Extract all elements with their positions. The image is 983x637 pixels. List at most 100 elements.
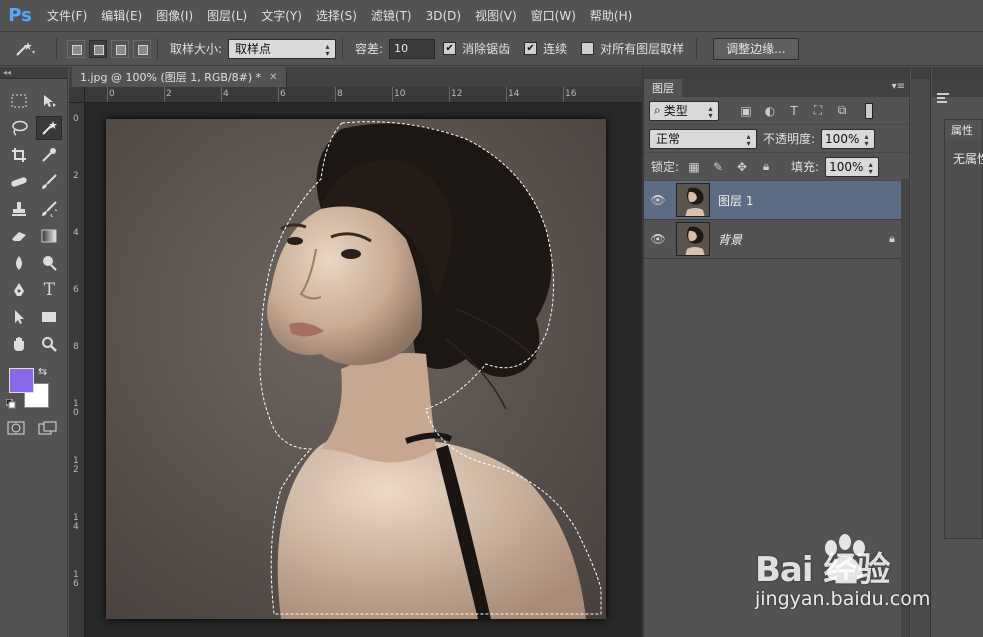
adjustment-filter-icon[interactable]: ◐ bbox=[763, 104, 777, 118]
marquee-tool-icon[interactable] bbox=[6, 89, 32, 113]
sample-all-layers-checkbox[interactable] bbox=[581, 42, 595, 55]
type-filter-icon[interactable]: T bbox=[787, 104, 801, 118]
path-selection-tool-icon[interactable] bbox=[6, 305, 32, 329]
adjustments-icon[interactable] bbox=[936, 91, 950, 108]
opacity-input[interactable]: 100% bbox=[821, 128, 876, 149]
ruler-tick: 4 bbox=[223, 89, 229, 99]
opacity-label: 不透明度: bbox=[763, 132, 816, 146]
blend-mode-select[interactable]: 正常 bbox=[649, 128, 757, 149]
separator bbox=[56, 37, 57, 60]
eye-icon[interactable]: 👁︎ bbox=[644, 193, 672, 207]
lasso-tool-icon[interactable] bbox=[6, 116, 31, 140]
horizontal-ruler[interactable]: 0 2 4 6 8 10 12 14 16 bbox=[85, 87, 642, 103]
blur-tool-icon[interactable] bbox=[6, 251, 32, 275]
layers-panel-header[interactable] bbox=[644, 67, 909, 79]
add-selection-button[interactable] bbox=[89, 39, 107, 58]
panel-header[interactable] bbox=[932, 67, 983, 79]
vertical-ruler[interactable]: 0 2 4 6 8 10 12 14 16 bbox=[69, 103, 85, 637]
panel-collapse-button[interactable] bbox=[911, 67, 930, 79]
menu-file[interactable]: 文件(F) bbox=[40, 7, 94, 24]
lock-position-icon[interactable]: ✥ bbox=[735, 160, 749, 174]
brush-tool-icon[interactable] bbox=[37, 170, 63, 194]
menu-3d[interactable]: 3D(D) bbox=[419, 9, 468, 23]
type-tool-icon[interactable]: T bbox=[37, 278, 63, 302]
foreground-color-swatch[interactable] bbox=[9, 368, 34, 393]
menu-type[interactable]: 文字(Y) bbox=[254, 7, 309, 24]
separator bbox=[157, 37, 158, 60]
layer-row[interactable]: 👁︎ 背景 🔒︎ bbox=[644, 220, 909, 259]
screen-mode-icon[interactable] bbox=[38, 421, 58, 438]
shape-filter-icon[interactable]: ⛶ bbox=[811, 103, 825, 118]
healing-brush-tool-icon[interactable] bbox=[6, 170, 32, 194]
properties-tab[interactable]: 属性 bbox=[945, 120, 982, 140]
subtract-selection-button[interactable] bbox=[111, 39, 129, 58]
panel-menu-icon[interactable]: ▾≡ bbox=[892, 81, 905, 92]
antialias-checkbox[interactable]: ✔ bbox=[443, 42, 457, 55]
ruler-tick: 6 bbox=[280, 89, 286, 99]
layer-name[interactable]: 背景 bbox=[718, 231, 742, 248]
layer-filter-select[interactable]: ⌕ 类型 bbox=[649, 100, 719, 121]
clone-stamp-tool-icon[interactable] bbox=[6, 197, 32, 221]
swap-colors-icon[interactable]: ⇆ bbox=[38, 365, 47, 378]
hand-tool-icon[interactable] bbox=[6, 332, 32, 356]
lock-transparency-icon[interactable]: ▦ bbox=[687, 160, 701, 174]
rectangle-tool-icon[interactable] bbox=[37, 305, 63, 329]
sample-size-select[interactable]: 取样点 bbox=[228, 38, 337, 59]
eyedropper-tool-icon[interactable] bbox=[37, 143, 63, 167]
smart-object-filter-icon[interactable]: ⧉ bbox=[835, 103, 849, 118]
lock-fill-row: 锁定: ▦ ✎ ✥ 🔒︎ 填充: 100% bbox=[644, 153, 909, 181]
zoom-tool-icon[interactable] bbox=[37, 332, 63, 356]
layers-tab[interactable]: 图层 bbox=[644, 79, 682, 97]
document-tab[interactable]: 1.jpg @ 100% (图层 1, RGB/8#) * ✕ bbox=[72, 67, 287, 87]
ruler-tick: 8 bbox=[73, 342, 79, 352]
menu-help[interactable]: 帮助(H) bbox=[583, 7, 639, 24]
intersect-selection-button[interactable] bbox=[133, 39, 151, 58]
new-selection-button[interactable] bbox=[67, 39, 85, 58]
magic-wand-tool-icon[interactable] bbox=[36, 115, 62, 140]
eye-icon[interactable]: 👁︎ bbox=[644, 232, 672, 246]
image-canvas[interactable] bbox=[106, 119, 606, 619]
image-filter-icon[interactable]: ▣ bbox=[739, 104, 753, 118]
menu-view[interactable]: 视图(V) bbox=[468, 7, 524, 24]
menu-filter[interactable]: 滤镜(T) bbox=[364, 7, 419, 24]
layer-name[interactable]: 图层 1 bbox=[718, 192, 753, 209]
layer-row[interactable]: 👁︎ 图层 1 bbox=[644, 181, 909, 220]
tolerance-label: 容差: bbox=[355, 42, 384, 56]
fill-input[interactable]: 100% bbox=[825, 156, 880, 177]
default-colors-icon[interactable] bbox=[5, 398, 16, 409]
ruler-tick: 12 bbox=[73, 456, 79, 475]
menu-bar: Ps 文件(F) 编辑(E) 图像(I) 图层(L) 文字(Y) 选择(S) 滤… bbox=[0, 0, 983, 32]
menu-edit[interactable]: 编辑(E) bbox=[94, 7, 149, 24]
menu-image[interactable]: 图像(I) bbox=[149, 7, 200, 24]
properties-empty-text: 无属性 bbox=[953, 152, 983, 166]
watermark-url: jingyan.baidu.com bbox=[755, 588, 931, 610]
ruler-origin[interactable] bbox=[69, 87, 85, 103]
quick-mask-icon[interactable] bbox=[7, 421, 25, 438]
gradient-tool-icon[interactable] bbox=[37, 224, 63, 248]
filter-toggle-switch[interactable] bbox=[865, 102, 873, 119]
lock-pixels-icon[interactable]: ✎ bbox=[711, 160, 725, 174]
ruler-tick: 6 bbox=[73, 285, 79, 295]
menu-layer[interactable]: 图层(L) bbox=[200, 7, 254, 24]
tools-panel-header[interactable]: ◂◂ bbox=[0, 67, 67, 79]
refine-edge-button[interactable]: 调整边缘... bbox=[713, 37, 799, 60]
move-tool-icon[interactable] bbox=[37, 89, 63, 113]
history-brush-tool-icon[interactable] bbox=[37, 197, 63, 221]
tolerance-input[interactable]: 10 bbox=[389, 38, 436, 59]
close-icon[interactable]: ✕ bbox=[269, 72, 277, 83]
options-bar: 取样大小: 取样点 容差: 10 ✔ 消除锯齿 ✔ 连续 对所有图层取样 调整边… bbox=[0, 32, 983, 66]
contiguous-checkbox[interactable]: ✔ bbox=[524, 42, 538, 55]
ruler-tick: 14 bbox=[508, 89, 520, 99]
pen-tool-icon[interactable] bbox=[6, 278, 32, 302]
lock-all-icon[interactable]: 🔒︎ bbox=[759, 159, 773, 174]
menu-select[interactable]: 选择(S) bbox=[309, 7, 364, 24]
document-window: 1.jpg @ 100% (图层 1, RGB/8#) * ✕ 0 2 4 6 … bbox=[69, 67, 642, 637]
crop-tool-icon[interactable] bbox=[6, 143, 32, 167]
dodge-tool-icon[interactable] bbox=[37, 251, 63, 275]
ruler-tick: 12 bbox=[451, 89, 463, 99]
tool-preset-picker[interactable] bbox=[0, 40, 50, 58]
document-tab-bar: 1.jpg @ 100% (图层 1, RGB/8#) * ✕ bbox=[69, 67, 642, 87]
blend-opacity-row: 正常 不透明度: 100% bbox=[644, 125, 909, 153]
eraser-tool-icon[interactable] bbox=[6, 224, 32, 248]
menu-window[interactable]: 窗口(W) bbox=[524, 7, 583, 24]
